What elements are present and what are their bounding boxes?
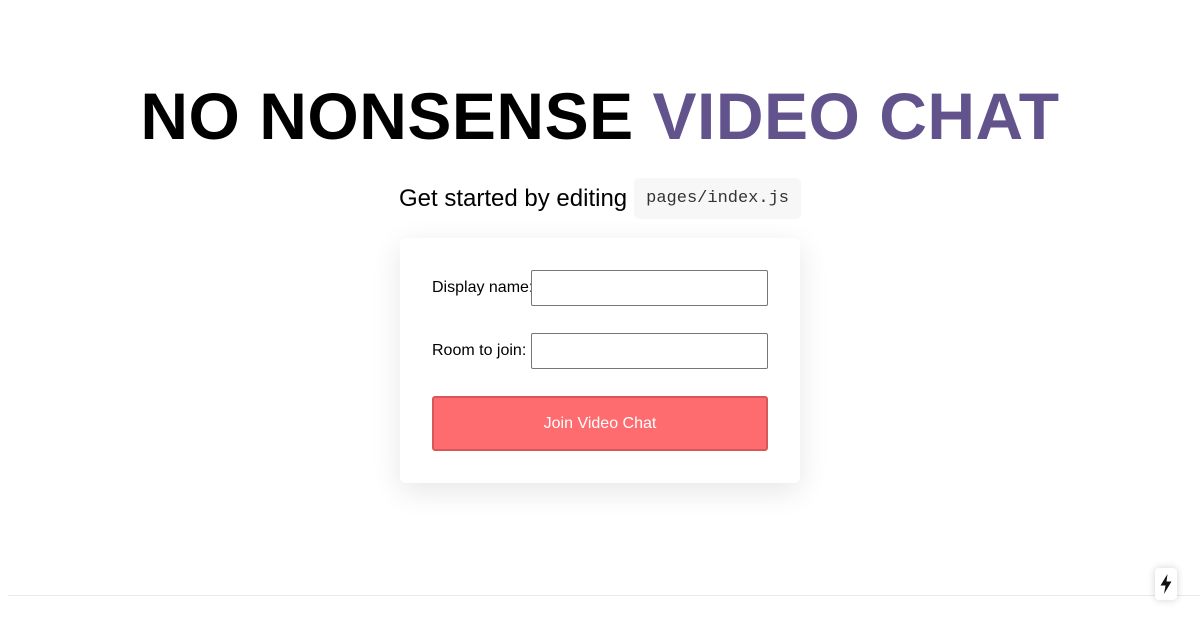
display-name-input[interactable] (531, 270, 768, 306)
build-indicator[interactable] (1155, 568, 1177, 600)
display-name-row: Display name: (432, 270, 768, 306)
subtitle-code: pages/index.js (634, 178, 801, 219)
page: NO NONSENSE VIDEO CHAT Get started by ed… (0, 0, 1200, 630)
subtitle-text: Get started by editing (399, 184, 628, 212)
lightning-bolt-icon (1160, 574, 1172, 594)
room-row: Room to join: (432, 333, 768, 369)
page-title: NO NONSENSE VIDEO CHAT (0, 78, 1200, 154)
title-main: NO NONSENSE (140, 79, 634, 153)
join-form-card: Display name: Room to join: Join Video C… (400, 238, 800, 483)
footer-divider (8, 595, 1200, 596)
room-label: Room to join: (432, 342, 527, 359)
title-accent: VIDEO CHAT (652, 79, 1060, 153)
join-video-chat-button[interactable]: Join Video Chat (432, 396, 768, 451)
room-input[interactable] (531, 333, 768, 369)
display-name-label: Display name: (432, 279, 534, 296)
subtitle: Get started by editing pages/index.js (0, 178, 1200, 219)
